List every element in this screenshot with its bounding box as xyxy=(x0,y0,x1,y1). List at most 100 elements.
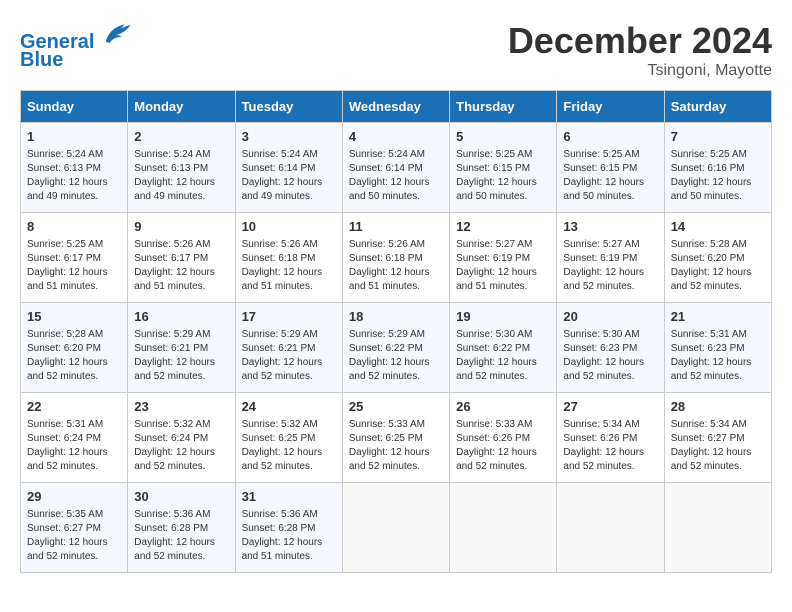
calendar-cell: 29 Sunrise: 5:35 AM Sunset: 6:27 PM Dayli… xyxy=(21,483,128,573)
calendar-cell: 12Sunrise: 5:27 AM Sunset: 6:19 PM Dayli… xyxy=(450,213,557,303)
day-number: 22 xyxy=(27,398,121,416)
calendar-cell: 20Sunrise: 5:30 AM Sunset: 6:23 PM Dayli… xyxy=(557,303,664,393)
day-info: Sunrise: 5:25 AM Sunset: 6:15 PM Dayligh… xyxy=(456,149,537,202)
calendar-cell xyxy=(557,483,664,573)
day-number: 26 xyxy=(456,398,550,416)
day-info: Sunrise: 5:35 AM Sunset: 6:27 PM Dayligh… xyxy=(27,509,108,562)
day-info: Sunrise: 5:24 AM Sunset: 6:13 PM Dayligh… xyxy=(27,149,108,202)
page-header: General Blue December 2024 Tsingoni, May… xyxy=(20,20,772,80)
day-number: 10 xyxy=(242,218,336,236)
day-info: Sunrise: 5:36 AM Sunset: 6:28 PM Dayligh… xyxy=(242,509,323,562)
calendar-cell: 27 Sunrise: 5:34 AM Sunset: 6:26 PM Dayli… xyxy=(557,393,664,483)
calendar-cell: 8 Sunrise: 5:25 AM Sunset: 6:17 PM Daylig… xyxy=(21,213,128,303)
day-info: Sunrise: 5:36 AM Sunset: 6:28 PM Dayligh… xyxy=(134,509,215,562)
day-number: 13 xyxy=(563,218,657,236)
day-info: Sunrise: 5:26 AM Sunset: 6:18 PM Dayligh… xyxy=(242,239,323,292)
day-info: Sunrise: 5:31 AM Sunset: 6:24 PM Dayligh… xyxy=(27,419,108,472)
day-info: Sunrise: 5:32 AM Sunset: 6:25 PM Dayligh… xyxy=(242,419,323,472)
calendar-week-row: 8 Sunrise: 5:25 AM Sunset: 6:17 PM Daylig… xyxy=(21,213,772,303)
day-number: 31 xyxy=(242,488,336,506)
day-number: 11 xyxy=(349,218,443,236)
day-info: Sunrise: 5:27 AM Sunset: 6:19 PM Dayligh… xyxy=(563,239,644,292)
day-number: 29 xyxy=(27,488,121,506)
day-info: Sunrise: 5:29 AM Sunset: 6:21 PM Dayligh… xyxy=(242,329,323,382)
calendar-cell: 14 Sunrise: 5:28 AM Sunset: 6:20 PM Dayli… xyxy=(664,213,771,303)
calendar-cell: 13 Sunrise: 5:27 AM Sunset: 6:19 PM Dayli… xyxy=(557,213,664,303)
calendar-cell: 2Sunrise: 5:24 AM Sunset: 6:13 PM Daylig… xyxy=(128,123,235,213)
header-saturday: Saturday xyxy=(664,91,771,123)
day-number: 28 xyxy=(671,398,765,416)
header-friday: Friday xyxy=(557,91,664,123)
day-info: Sunrise: 5:33 AM Sunset: 6:25 PM Dayligh… xyxy=(349,419,430,472)
calendar-cell: 4 Sunrise: 5:24 AM Sunset: 6:14 PM Daylig… xyxy=(342,123,449,213)
day-info: Sunrise: 5:33 AM Sunset: 6:26 PM Dayligh… xyxy=(456,419,537,472)
day-number: 30 xyxy=(134,488,228,506)
calendar-cell: 15 Sunrise: 5:28 AM Sunset: 6:20 PM Dayli… xyxy=(21,303,128,393)
day-number: 17 xyxy=(242,308,336,326)
day-number: 27 xyxy=(563,398,657,416)
calendar-cell: 26 Sunrise: 5:33 AM Sunset: 6:26 PM Dayli… xyxy=(450,393,557,483)
day-info: Sunrise: 5:32 AM Sunset: 6:24 PM Dayligh… xyxy=(134,419,215,472)
header-sunday: Sunday xyxy=(21,91,128,123)
day-info: Sunrise: 5:25 AM Sunset: 6:16 PM Dayligh… xyxy=(671,149,752,202)
calendar-cell: 9 Sunrise: 5:26 AM Sunset: 6:17 PM Daylig… xyxy=(128,213,235,303)
calendar-cell: 3Sunrise: 5:24 AM Sunset: 6:14 PM Daylig… xyxy=(235,123,342,213)
location-subtitle: Tsingoni, Mayotte xyxy=(508,62,772,80)
header-wednesday: Wednesday xyxy=(342,91,449,123)
calendar-cell: 21Sunrise: 5:31 AM Sunset: 6:23 PM Dayli… xyxy=(664,303,771,393)
day-info: Sunrise: 5:24 AM Sunset: 6:14 PM Dayligh… xyxy=(349,149,430,202)
day-number: 15 xyxy=(27,308,121,326)
month-title: December 2024 xyxy=(508,20,772,62)
calendar-cell: 22 Sunrise: 5:31 AM Sunset: 6:24 PM Dayli… xyxy=(21,393,128,483)
day-info: Sunrise: 5:28 AM Sunset: 6:20 PM Dayligh… xyxy=(27,329,108,382)
calendar-cell: 19Sunrise: 5:30 AM Sunset: 6:22 PM Dayli… xyxy=(450,303,557,393)
calendar-cell: 18 Sunrise: 5:29 AM Sunset: 6:22 PM Dayli… xyxy=(342,303,449,393)
calendar-cell: 31 Sunrise: 5:36 AM Sunset: 6:28 PM Dayli… xyxy=(235,483,342,573)
day-number: 24 xyxy=(242,398,336,416)
day-number: 1 xyxy=(27,128,121,146)
header-monday: Monday xyxy=(128,91,235,123)
calendar-cell: 25 Sunrise: 5:33 AM Sunset: 6:25 PM Dayli… xyxy=(342,393,449,483)
title-block: December 2024 Tsingoni, Mayotte xyxy=(508,20,772,80)
day-info: Sunrise: 5:29 AM Sunset: 6:21 PM Dayligh… xyxy=(134,329,215,382)
calendar-week-row: 15 Sunrise: 5:28 AM Sunset: 6:20 PM Dayli… xyxy=(21,303,772,393)
day-number: 7 xyxy=(671,128,765,146)
day-number: 12 xyxy=(456,218,550,236)
calendar-cell: 24 Sunrise: 5:32 AM Sunset: 6:25 PM Dayli… xyxy=(235,393,342,483)
calendar-table: SundayMondayTuesdayWednesdayThursdayFrid… xyxy=(20,90,772,573)
calendar-cell xyxy=(450,483,557,573)
calendar-cell: 30 Sunrise: 5:36 AM Sunset: 6:28 PM Dayli… xyxy=(128,483,235,573)
day-info: Sunrise: 5:26 AM Sunset: 6:18 PM Dayligh… xyxy=(349,239,430,292)
calendar-week-row: 1 Sunrise: 5:24 AM Sunset: 6:13 PM Daylig… xyxy=(21,123,772,213)
calendar-cell: 11 Sunrise: 5:26 AM Sunset: 6:18 PM Dayli… xyxy=(342,213,449,303)
header-tuesday: Tuesday xyxy=(235,91,342,123)
day-number: 3 xyxy=(242,128,336,146)
calendar-cell: 6Sunrise: 5:25 AM Sunset: 6:15 PM Daylig… xyxy=(557,123,664,213)
day-number: 25 xyxy=(349,398,443,416)
day-info: Sunrise: 5:25 AM Sunset: 6:17 PM Dayligh… xyxy=(27,239,108,292)
day-number: 6 xyxy=(563,128,657,146)
calendar-cell: 1 Sunrise: 5:24 AM Sunset: 6:13 PM Daylig… xyxy=(21,123,128,213)
day-number: 18 xyxy=(349,308,443,326)
day-info: Sunrise: 5:26 AM Sunset: 6:17 PM Dayligh… xyxy=(134,239,215,292)
day-number: 9 xyxy=(134,218,228,236)
calendar-cell: 23 Sunrise: 5:32 AM Sunset: 6:24 PM Dayli… xyxy=(128,393,235,483)
day-info: Sunrise: 5:30 AM Sunset: 6:22 PM Dayligh… xyxy=(456,329,537,382)
day-info: Sunrise: 5:29 AM Sunset: 6:22 PM Dayligh… xyxy=(349,329,430,382)
day-number: 2 xyxy=(134,128,228,146)
day-number: 8 xyxy=(27,218,121,236)
day-info: Sunrise: 5:31 AM Sunset: 6:23 PM Dayligh… xyxy=(671,329,752,382)
calendar-cell xyxy=(342,483,449,573)
day-info: Sunrise: 5:28 AM Sunset: 6:20 PM Dayligh… xyxy=(671,239,752,292)
logo-bird-icon xyxy=(102,20,132,48)
day-info: Sunrise: 5:34 AM Sunset: 6:26 PM Dayligh… xyxy=(563,419,644,472)
day-number: 14 xyxy=(671,218,765,236)
day-info: Sunrise: 5:34 AM Sunset: 6:27 PM Dayligh… xyxy=(671,419,752,472)
calendar-cell: 16Sunrise: 5:29 AM Sunset: 6:21 PM Dayli… xyxy=(128,303,235,393)
day-number: 23 xyxy=(134,398,228,416)
calendar-header-row: SundayMondayTuesdayWednesdayThursdayFrid… xyxy=(21,91,772,123)
calendar-cell: 5Sunrise: 5:25 AM Sunset: 6:15 PM Daylig… xyxy=(450,123,557,213)
day-number: 20 xyxy=(563,308,657,326)
day-number: 4 xyxy=(349,128,443,146)
calendar-week-row: 22 Sunrise: 5:31 AM Sunset: 6:24 PM Dayli… xyxy=(21,393,772,483)
